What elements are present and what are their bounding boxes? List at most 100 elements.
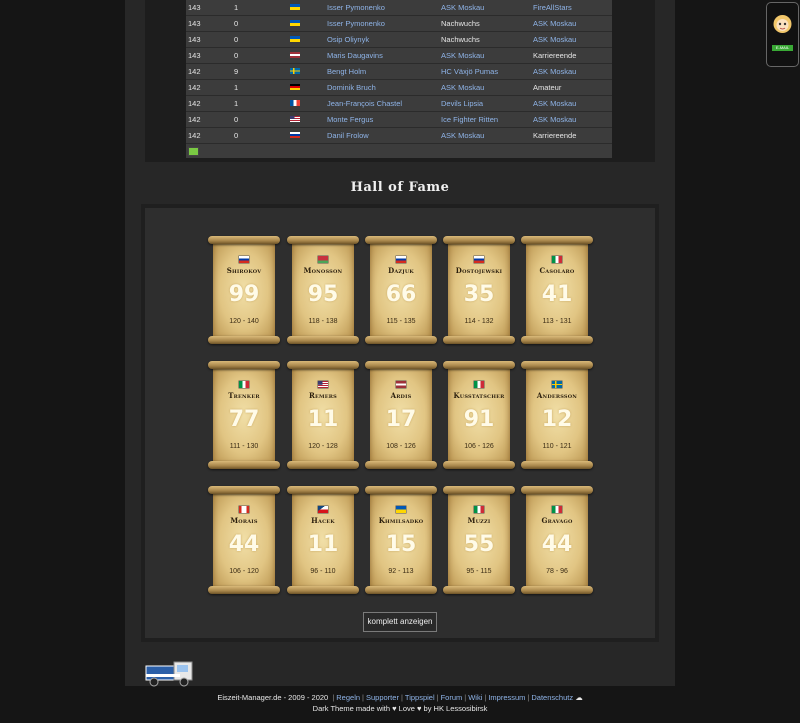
flag-ua-icon — [290, 4, 300, 10]
footer: Eiszeit-Manager.de - 2009 - 2020 | Regeln… — [0, 692, 800, 714]
flag-se-icon — [290, 68, 300, 74]
table-row: 142 9 Bengt Holm HC Växjö Pumas ASK Moskau — [186, 64, 612, 80]
club-cell[interactable]: ASK Moskau — [533, 64, 576, 79]
hall-of-fame-card[interactable]: Muzzi 55 95 - 115 — [443, 486, 515, 594]
hall-of-fame-card[interactable]: Casolaro 41 113 - 131 — [521, 236, 593, 344]
scroll-rod — [521, 236, 593, 244]
club-cell[interactable]: FireAllStars — [533, 0, 572, 15]
team-cell[interactable]: ASK Moskau — [441, 128, 484, 143]
hall-of-fame-card[interactable]: Kusstatscher 91 106 - 126 — [443, 361, 515, 469]
player-name: Kusstatscher — [453, 391, 505, 400]
rating-range: 96 - 110 — [310, 568, 336, 575]
player-name: Khmilsadko — [378, 516, 424, 525]
hall-of-fame-card[interactable]: Hacek 11 96 - 110 — [287, 486, 359, 594]
scroll-rod — [443, 586, 515, 594]
player-name: Andersson — [536, 391, 578, 400]
scroll-rod — [208, 361, 280, 369]
player-name-link[interactable]: Maris Daugavins — [327, 48, 383, 63]
jersey-number: 44 — [228, 532, 260, 557]
scroll-rod — [365, 336, 437, 344]
footer-link-tippspiel[interactable]: Tippspiel — [405, 693, 435, 702]
phone-widget[interactable]: E-MAIL — [766, 2, 799, 67]
player-name: Dostojewski — [455, 266, 503, 275]
player-name-link[interactable]: Monte Fergus — [327, 112, 373, 127]
scroll-rod — [443, 336, 515, 344]
player-name-link[interactable]: Bengt Holm — [327, 64, 366, 79]
scroll-rod — [287, 236, 359, 244]
separator: | — [464, 693, 467, 702]
team-cell[interactable]: ASK Moskau — [441, 0, 484, 15]
player-name-link[interactable]: Osip Oliynyk — [327, 32, 369, 47]
hall-of-fame-card[interactable]: Monosson 95 118 - 138 — [287, 236, 359, 344]
scroll-rod — [208, 586, 280, 594]
jersey-number: 17 — [385, 407, 417, 432]
club-cell[interactable]: ASK Moskau — [533, 16, 576, 31]
player-name-link[interactable]: Dominik Bruch — [327, 80, 376, 95]
club-cell: Amateur — [533, 83, 562, 92]
club-cell[interactable]: ASK Moskau — [533, 112, 576, 127]
scroll-rod — [521, 461, 593, 469]
hall-of-fame-card[interactable]: Remers 11 120 - 128 — [287, 361, 359, 469]
table-footer — [186, 144, 612, 158]
player-name: Remers — [309, 391, 337, 400]
club-cell: Karriereende — [533, 51, 577, 60]
hall-of-fame-card[interactable]: Trenker 77 111 - 130 — [208, 361, 280, 469]
hall-of-fame-card[interactable]: Ardis 17 108 - 126 — [365, 361, 437, 469]
zamboni-icon — [145, 661, 193, 687]
rating-range: 106 - 120 — [229, 568, 259, 575]
hall-of-fame-card[interactable]: Andersson 12 110 - 121 — [521, 361, 593, 469]
player-name-link[interactable]: Isser Pymonenko — [327, 16, 385, 31]
footer-link-wiki[interactable]: Wiki — [468, 693, 482, 702]
scroll-rod — [365, 486, 437, 494]
email-badge[interactable]: E-MAIL — [772, 45, 793, 51]
flag-lv-icon — [396, 381, 406, 388]
hall-of-fame-card[interactable]: Khmilsadko 15 92 - 113 — [365, 486, 437, 594]
flag-it-icon — [552, 256, 562, 263]
footer-link-regeln[interactable]: Regeln — [336, 693, 360, 702]
footer-link-forum[interactable]: Forum — [441, 693, 463, 702]
jersey-number: 44 — [541, 532, 573, 557]
hall-of-fame-card[interactable]: Gravago 44 78 - 96 — [521, 486, 593, 594]
scroll-rod — [287, 336, 359, 344]
rating-range: 78 - 96 — [546, 568, 568, 575]
club-cell[interactable]: ASK Moskau — [533, 96, 576, 111]
team-cell[interactable]: ASK Moskau — [441, 48, 484, 63]
footer-copyright: Eiszeit-Manager.de - 2009 - 2020 — [217, 693, 329, 702]
table-row: 142 1 Jean-François Chastel Devils Lipsia AS… — [186, 96, 612, 112]
jersey-number: 66 — [385, 282, 417, 307]
flag-ua-icon — [290, 36, 300, 42]
player-table: 143 1 Isser Pymonenko ASK Moskau FireAllStar… — [186, 0, 612, 158]
hall-of-fame-card[interactable]: Morais 44 106 - 120 — [208, 486, 280, 594]
footer-link-supporter[interactable]: Supporter — [366, 693, 399, 702]
goals-cell: 1 — [234, 3, 239, 12]
flag-it-icon — [474, 506, 484, 513]
hall-of-fame-card[interactable]: Dostojewski 35 114 - 132 — [443, 236, 515, 344]
hall-of-fame-card[interactable]: Shirokov 99 120 - 140 — [208, 236, 280, 344]
rating-range: 108 - 126 — [386, 443, 416, 450]
footer-link-impressum[interactable]: Impressum — [488, 693, 525, 702]
team-cell[interactable]: Ice Fighter Ritten — [441, 112, 498, 127]
player-name: Monosson — [303, 266, 343, 275]
scroll-rod — [208, 336, 280, 344]
club-cell[interactable]: ASK Moskau — [533, 32, 576, 47]
goals-cell: 0 — [234, 51, 239, 60]
jersey-number: 12 — [541, 407, 573, 432]
rating-range: 120 - 140 — [229, 318, 259, 325]
team-cell[interactable]: ASK Moskau — [441, 80, 484, 95]
player-name-link[interactable]: Danil Frolow — [327, 128, 369, 143]
hall-of-fame-card[interactable]: Dazjuk 66 115 - 135 — [365, 236, 437, 344]
scroll-rod — [287, 486, 359, 494]
footer-link-datenschutz[interactable]: Datenschutz — [531, 693, 573, 702]
player-name-link[interactable]: Isser Pymonenko — [327, 0, 385, 15]
avatar-icon — [773, 15, 792, 33]
team-cell[interactable]: HC Växjö Pumas — [441, 64, 498, 79]
player-name: Ardis — [390, 391, 412, 400]
excel-export-icon[interactable] — [188, 147, 199, 156]
player-name-link[interactable]: Jean-François Chastel — [327, 96, 402, 111]
scroll-rod — [443, 236, 515, 244]
flag-by-icon — [318, 256, 328, 263]
show-all-button[interactable]: komplett anzeigen — [363, 612, 437, 632]
jersey-number: 91 — [463, 407, 495, 432]
team-cell[interactable]: Devils Lipsia — [441, 96, 483, 111]
goals-cell: 1 — [234, 99, 239, 108]
